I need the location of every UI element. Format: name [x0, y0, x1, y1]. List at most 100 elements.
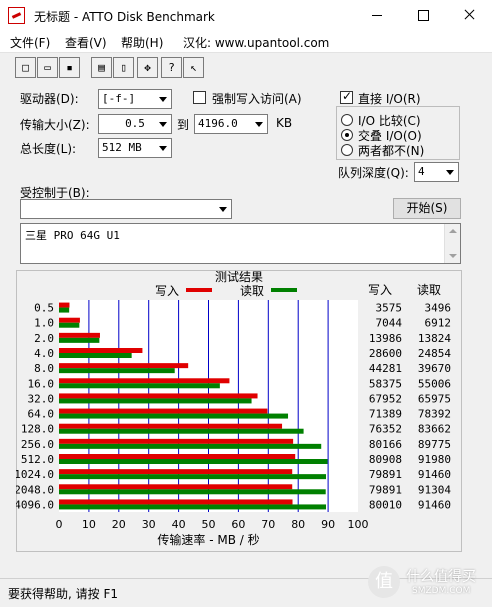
close-button[interactable] [446, 0, 492, 30]
chevron-down-icon [155, 115, 171, 133]
x-tick-label: 60 [231, 518, 245, 531]
description-scrollbar[interactable] [444, 224, 460, 263]
write-bar [59, 454, 296, 459]
read-value: 91460 [418, 498, 451, 511]
col-read-header: 读取 [417, 283, 441, 297]
write-bar [59, 332, 100, 338]
read-bar [59, 504, 327, 510]
main-panel: 驱动器(D): [-f-] 强制写入访问(A) 传输大小(Z): 0.5 到 4… [0, 82, 492, 578]
y-tick-label: 128.0 [21, 423, 54, 436]
x-tick-label: 10 [82, 518, 96, 531]
chevron-down-icon [442, 163, 458, 181]
neither-label: 两者都不(N) [358, 144, 425, 158]
total-length-label: 总长度(L): [20, 142, 77, 156]
read-value: 91460 [418, 468, 451, 481]
y-tick-label: 16.0 [28, 377, 55, 390]
read-value: 3496 [425, 302, 452, 315]
write-bar [59, 438, 294, 444]
window-title: 无标题 - ATTO Disk Benchmark [34, 10, 215, 24]
overlap-io-radio[interactable] [341, 129, 353, 141]
write-value: 80010 [369, 498, 402, 511]
read-bar [59, 443, 322, 449]
write-value: 3575 [376, 302, 403, 315]
io-compare-radio[interactable] [341, 114, 353, 126]
write-bar [59, 408, 268, 414]
y-tick-label: 256.0 [21, 438, 54, 451]
x-tick-label: 40 [172, 518, 186, 531]
total-length-select[interactable]: 512 MB [98, 138, 172, 158]
x-tick-label: 90 [321, 518, 335, 531]
y-tick-label: 1024.0 [16, 468, 54, 481]
read-value: 91980 [418, 453, 451, 466]
chevron-down-icon [215, 200, 231, 218]
help-icon[interactable]: ? [161, 57, 182, 78]
drive-select[interactable]: [-f-] [98, 89, 172, 109]
write-bar [59, 348, 143, 353]
new-icon[interactable]: □ [15, 57, 36, 78]
neither-radio[interactable] [341, 144, 353, 156]
x-tick-label: 80 [291, 518, 305, 531]
x-tick-label: 70 [261, 518, 275, 531]
print-preview-icon[interactable]: ▯ [113, 57, 134, 78]
write-value: 58375 [369, 377, 402, 390]
open-icon[interactable]: ▭ [37, 57, 58, 78]
write-value: 7044 [376, 317, 403, 330]
menu-bar: 文件(F) 查看(V) 帮助(H) 汉化: www.upantool.com [0, 30, 492, 52]
chevron-down-icon [251, 115, 267, 133]
watermark-logo: 值 [368, 566, 400, 598]
read-bar [59, 459, 328, 464]
watermark: 值 什么值得买 SMZDM.COM [366, 558, 492, 604]
x-tick-label: 100 [348, 518, 369, 531]
transfer-from-select[interactable]: 0.5 [98, 114, 172, 134]
results-chart: 测试结果写入 读取 0 10 20 30 40 50 60 70 80 90 100 传输速率 - MB … [16, 270, 452, 547]
menu-file[interactable]: 文件(F) [10, 34, 50, 51]
chart-title: 测试结果 [215, 270, 263, 284]
y-tick-label: 2048.0 [16, 483, 54, 496]
read-bar [59, 368, 175, 374]
read-value: 13824 [418, 332, 451, 345]
force-write-checkbox[interactable] [193, 91, 206, 104]
direct-io-label: 直接 I/O(R) [358, 92, 421, 106]
read-value: 89775 [418, 438, 451, 451]
read-value: 24854 [418, 347, 451, 360]
maximize-button[interactable] [400, 0, 446, 30]
read-value: 55006 [418, 377, 451, 390]
save-icon[interactable]: ▪ [59, 57, 80, 78]
scroll-down-icon[interactable] [449, 254, 457, 258]
legend-read-swatch [271, 288, 297, 292]
description-textbox[interactable]: 三星 PRO 64G U1 [20, 223, 461, 264]
transfer-size-label: 传输大小(Z): [20, 118, 90, 132]
chevron-down-icon [155, 139, 171, 157]
start-button[interactable]: 开始(S) [393, 198, 461, 219]
write-value: 80166 [369, 438, 402, 451]
write-bar [59, 317, 80, 323]
move-icon[interactable]: ✥ [137, 57, 158, 78]
print-icon[interactable]: ▤ [91, 57, 112, 78]
write-value: 28600 [369, 347, 402, 360]
context-help-icon[interactable]: ↖ [183, 57, 204, 78]
read-value: 83662 [418, 423, 451, 436]
menu-view[interactable]: 查看(V) [65, 34, 107, 51]
to-label: 到 [177, 118, 190, 132]
minimize-button[interactable] [354, 0, 400, 30]
menu-help[interactable]: 帮助(H) [121, 34, 163, 51]
write-bar [59, 423, 283, 429]
read-bar [59, 383, 220, 389]
transfer-to-select[interactable]: 4196.0 [194, 114, 268, 134]
read-value: 6912 [425, 317, 452, 330]
controlled-by-select[interactable] [20, 199, 232, 219]
write-value: 79891 [369, 483, 402, 496]
read-bar [59, 428, 304, 434]
menu-localization[interactable]: 汉化: www.upantool.com [183, 34, 329, 51]
scroll-up-icon[interactable] [449, 229, 457, 233]
read-bar [59, 413, 289, 419]
direct-io-checkbox[interactable] [340, 89, 353, 104]
write-value: 76352 [369, 423, 402, 436]
read-value: 78392 [418, 408, 451, 421]
write-value: 13986 [369, 332, 402, 345]
read-bar [59, 337, 100, 343]
y-tick-label: 512.0 [21, 453, 54, 466]
write-bar [59, 469, 293, 475]
queue-depth-select[interactable]: 4 [414, 162, 459, 182]
legend-read-label: 读取 [240, 284, 264, 298]
